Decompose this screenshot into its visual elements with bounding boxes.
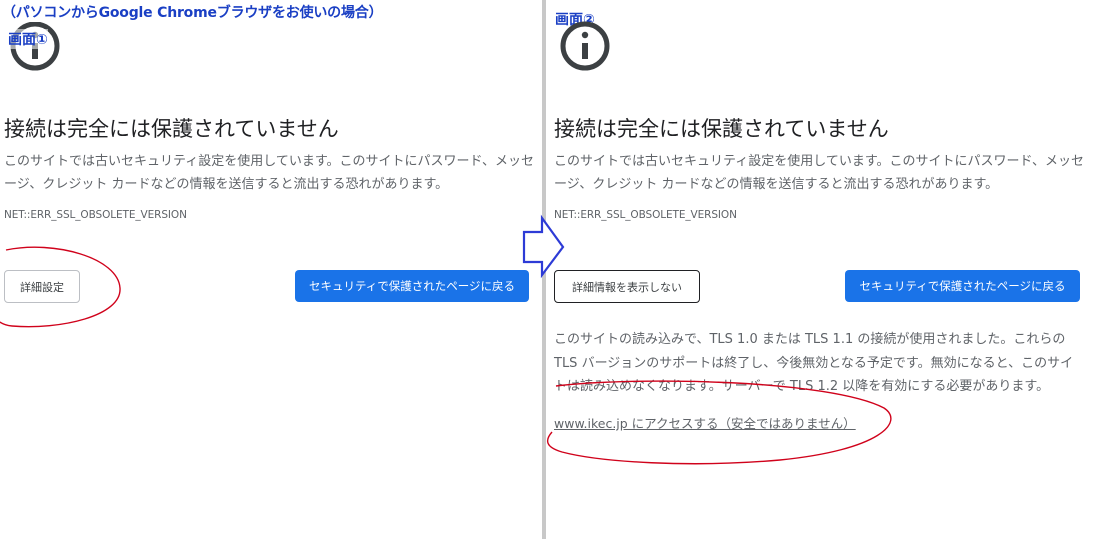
back-to-safety-button[interactable]: セキュリティで保護されたページに戻る bbox=[295, 270, 529, 302]
advanced-button[interactable]: 詳細設定 bbox=[4, 270, 80, 303]
right-screen: 画面② 接続は完全には保護されていません このサイトでは古いセキュリティ設定を使… bbox=[546, 0, 1099, 539]
details-text: このサイトの読み込みで、TLS 1.0 または TLS 1.1 の接続が使用され… bbox=[554, 332, 1074, 394]
screen-label-1: 画面① bbox=[8, 29, 48, 49]
hide-details-button[interactable]: 詳細情報を表示しない bbox=[554, 270, 700, 303]
page-title: 接続は完全には保護されていません bbox=[554, 117, 889, 141]
left-screen: 画面① 接続は完全には保護されていません このサイトでは古いセキュリティ設定を使… bbox=[0, 0, 542, 539]
error-code: NET::ERR_SSL_OBSOLETE_VERSION bbox=[554, 209, 737, 221]
page-title: 接続は完全には保護されていません bbox=[4, 117, 339, 141]
back-to-safety-button[interactable]: セキュリティで保護されたページに戻る bbox=[845, 270, 1080, 302]
warning-body: このサイトでは古いセキュリティ設定を使用しています。このサイトにパスワード、メッ… bbox=[554, 154, 1085, 192]
proceed-unsafe-link[interactable]: www.ikec.jp にアクセスする（安全ではありません） bbox=[554, 413, 856, 432]
info-icon bbox=[560, 21, 610, 71]
warning-body: このサイトでは古いセキュリティ設定を使用しています。このサイトにパスワード、メッ… bbox=[4, 154, 535, 192]
error-code: NET::ERR_SSL_OBSOLETE_VERSION bbox=[4, 209, 187, 221]
